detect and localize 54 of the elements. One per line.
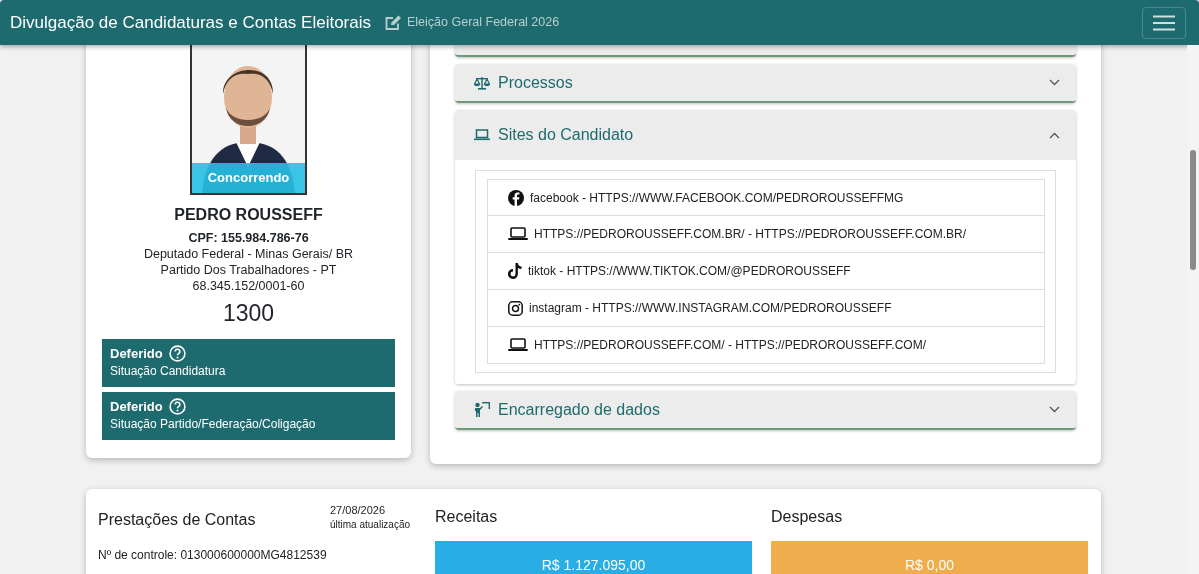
camera-icon — [508, 300, 523, 316]
situation-label: Situação Partido/Federação/Coligação — [110, 416, 317, 432]
revenue-value: R$ 1.127.095,00 — [541, 556, 646, 574]
situation-status: Deferido — [110, 345, 163, 362]
laptop-icon — [474, 129, 490, 141]
site-row[interactable]: facebook - HTTPS://WWW.FACEBOOK.COM/PEDROROUSSEFFMG — [487, 179, 1045, 216]
laptop-icon — [508, 227, 528, 241]
accordion-title[interactable]: Processos — [498, 70, 1041, 95]
candidate-number: 1300 — [222, 299, 275, 328]
facebook-icon — [508, 189, 524, 206]
site-link[interactable]: facebook - HTTPS://WWW.FACEBOOK.COM/PEDROROUSSEFFMG — [530, 188, 904, 207]
help-icon[interactable] — [168, 398, 186, 415]
candidate-info: Partido Dos Trabalhadores - PT — [160, 262, 337, 278]
candidate-cpf: CPF: 155.984.786-76 — [188, 230, 309, 246]
situation-status: Deferido — [110, 398, 163, 415]
chevron-down-icon — [1049, 79, 1060, 86]
edit-icon[interactable] — [385, 14, 402, 31]
site-link[interactable]: instagram - HTTPS://WWW.INSTAGRAM.COM/PEDROROUSSEFF — [529, 299, 892, 317]
chevron-up-icon — [1049, 131, 1060, 139]
candidate-info: Deputado Federal - Minas Gerais/ BR — [143, 246, 354, 262]
accordion-header[interactable]: Encarregado de dados — [455, 391, 1076, 428]
candidate-info: 68.345.152/0001-60 — [192, 278, 305, 294]
accordion-title[interactable]: Encarregado de dados — [498, 397, 1041, 422]
election-name: Eleição Geral Federal 2026 — [407, 14, 561, 32]
app-title: Divulgação de Candidaturas e Contas Eleitorais — [10, 11, 371, 34]
menu-button[interactable] — [1142, 6, 1186, 39]
site-row[interactable]: HTTPS://PEDROROUSSEFF.COM/ - HTTPS://PEDROROUSSEFF.COM/ — [487, 327, 1045, 364]
accordion-header[interactable] — [455, 45, 1076, 57]
site-link[interactable]: HTTPS://PEDROROUSSEFF.COM.BR/ - HTTPS://PEDROROUSSEFF.COM.BR/ — [534, 225, 967, 243]
update-date: 27/08/2026 — [330, 503, 387, 518]
accounts-title: Prestações de Contas — [98, 510, 257, 530]
help-icon[interactable] — [168, 345, 186, 362]
laptop-icon — [508, 338, 528, 352]
scales-icon — [474, 75, 490, 90]
menu-icon — [1153, 14, 1175, 31]
expenses-title: Despesas — [771, 507, 844, 527]
expenses-value: R$ 0,00 — [904, 556, 954, 574]
accordion-header[interactable]: Processos — [455, 64, 1076, 101]
revenue-title: Receitas — [435, 507, 499, 527]
situation-label: Situação Candidatura — [110, 363, 227, 379]
person-board-icon — [474, 402, 490, 417]
site-link[interactable]: HTTPS://PEDROROUSSEFF.COM/ - HTTPS://PEDROROUSSEFF.COM/ — [534, 336, 927, 354]
accordion-header[interactable]: Sites do Candidato — [455, 110, 1076, 160]
control-number: Nº de controle: 013000600000MG4812539 — [98, 547, 328, 564]
site-row[interactable]: HTTPS://PEDROROUSSEFF.COM.BR/ - HTTPS://PEDROROUSSEFF.COM.BR/ — [487, 216, 1045, 253]
accordion-title[interactable]: Sites do Candidato — [498, 123, 1041, 147]
update-label: última atualização — [330, 518, 412, 532]
status-ribbon: Concorrendo — [192, 163, 305, 193]
site-row[interactable]: instagram - HTTPS://WWW.INSTAGRAM.COM/PEDROROUSSEFF — [487, 290, 1045, 327]
candidate-name: PEDRO ROUSSEFF — [174, 205, 323, 225]
chevron-down-icon — [1049, 406, 1060, 413]
site-link[interactable]: tiktok - HTTPS://WWW.TIKTOK.COM/@PEDROROUSSEFF — [528, 262, 851, 280]
music-note-icon — [508, 263, 522, 279]
site-row[interactable]: tiktok - HTTPS://WWW.TIKTOK.COM/@PEDROROUSSEFF — [487, 253, 1045, 290]
